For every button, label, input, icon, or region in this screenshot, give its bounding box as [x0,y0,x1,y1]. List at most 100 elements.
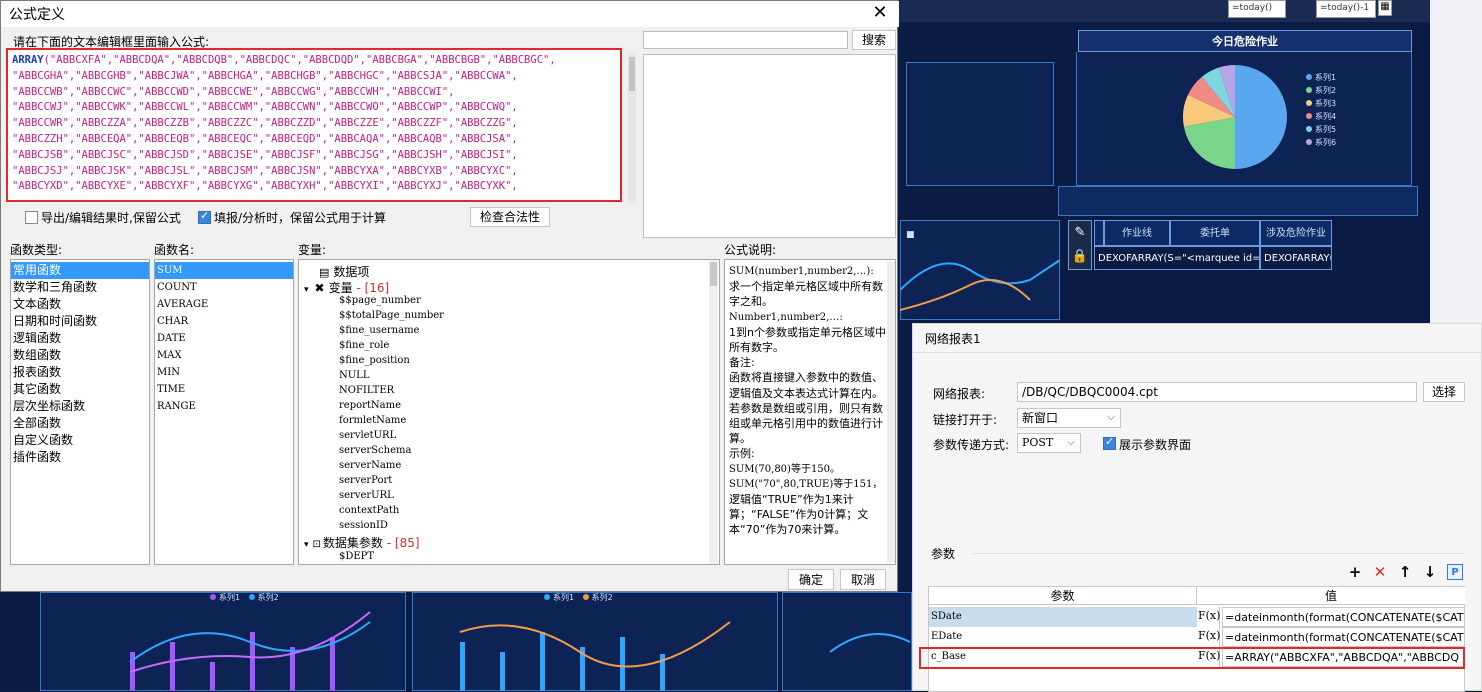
network-report-dialog: 网络报表1 网络报表: /DB/QC/DBQC0004.cpt 选择 链接打开于… [912,323,1482,692]
function-type-item[interactable]: 逻辑函数 [11,330,149,347]
function-type-item[interactable]: 其它函数 [11,381,149,398]
chevron-down-icon[interactable]: ⌵ [1102,409,1120,427]
param-name-cell[interactable]: EDate [929,627,1197,647]
variable-item[interactable]: serverPort [339,475,392,486]
function-type-item[interactable]: 常用函数 [11,262,149,279]
variables-scrollbar[interactable] [709,260,718,564]
variable-item[interactable]: serverName [339,460,401,471]
param-value-cell[interactable]: =dateinmonth(format(CONCATENATE($CAT [1222,627,1465,647]
function-name-item[interactable]: MIN [155,364,293,381]
variables-scroll-thumb[interactable] [710,262,717,286]
dataset-param-item[interactable]: $DEPT [339,551,374,562]
function-name-item[interactable]: RANGE [155,398,293,415]
formula-fx-icon[interactable]: F(x) [1198,627,1220,647]
open-in-select[interactable]: 新窗口 ⌵ [1017,408,1121,428]
function-type-item[interactable]: 报表函数 [11,364,149,381]
close-icon[interactable]: ✕ [869,3,891,25]
move-up-icon[interactable]: ↑ [1397,564,1413,580]
variable-item[interactable]: NULL [339,370,369,381]
variable-item[interactable]: formletName [339,415,406,426]
formula-dialog: 公式定义 ✕ 请在下面的文本编辑框里面输入公式: ARRAY("ABBCXFA"… [0,0,899,592]
function-name-item[interactable]: SUM [155,262,293,279]
tree-node-variables[interactable]: ▾ ✖ 变量 - [16] [304,279,389,296]
search-input[interactable] [643,31,848,49]
function-type-item[interactable]: 文本函数 [11,296,149,313]
variables-label: 变量: [298,243,327,257]
pie-slice [1235,65,1287,169]
export-keep-formula-label: 导出/编辑结果时,保留公式 [41,211,181,225]
legend-dot-icon [1306,74,1312,80]
tree-node-dataset-params[interactable]: ▾ ⊡ 数据集参数 - [85] [304,534,420,551]
cancel-button[interactable]: 取消 [840,569,886,590]
function-type-item[interactable]: 数学和三角函数 [11,279,149,296]
parameter-icon[interactable]: P [1447,564,1463,580]
delete-icon[interactable]: ✕ [1372,564,1388,580]
date-input-yesterday[interactable]: =today()-1 [1316,0,1376,18]
function-name-item[interactable]: CHAR [155,313,293,330]
edit-icon[interactable]: ✎ [1069,221,1091,245]
search-button[interactable]: 搜索 [852,30,896,50]
description-scrollbar[interactable] [887,261,895,563]
lock-icon[interactable]: 🔒 [1069,245,1091,269]
function-name-item[interactable]: AVERAGE [155,296,293,313]
function-name-item[interactable]: TIME [155,381,293,398]
function-names-list[interactable]: SUM COUNT AVERAGE CHAR DATE MAX MIN TIME RANGE [154,259,294,565]
variable-item[interactable]: servletURL [339,430,396,441]
tree-node-data-items[interactable]: ▤ 数据项 [319,263,369,280]
orange-marker: ■ [906,230,915,240]
pie-legend-item: 系列4 [1306,111,1336,122]
function-type-item[interactable]: 全部函数 [11,415,149,432]
variable-item[interactable]: $$page_number [339,295,421,306]
table-head-danger: 涉及危险作业 [1260,220,1332,246]
export-keep-formula-checkbox[interactable] [25,211,38,224]
calendar-icon[interactable]: ▦ [1378,0,1392,16]
function-type-item[interactable]: 自定义函数 [11,432,149,449]
select-report-button[interactable]: 选择 [1423,382,1465,402]
variable-item[interactable]: $fine_role [339,340,389,351]
editor-line: "ABBCJSB","ABBCJSC","ABBCJSD","ABBCJSE",… [12,148,518,161]
expand-chevron-icon[interactable]: ▾ [304,285,309,295]
pie-legend-item: 系列3 [1306,98,1336,109]
function-name-item[interactable]: MAX [155,347,293,364]
function-types-list[interactable]: 常用函数 数学和三角函数 文本函数 日期和时间函数 逻辑函数 数组函数 报表函数 其它函数 层次… [10,259,150,565]
variable-item[interactable]: serverSchema [339,445,411,456]
move-down-icon[interactable]: ↓ [1422,564,1438,580]
search-results-box[interactable] [643,54,896,238]
ok-button[interactable]: 确定 [788,569,834,590]
legend-dot-icon [1306,126,1312,132]
edit-lock-toolbar: ✎ 🔒 [1068,220,1092,270]
variable-item[interactable]: NOFILTER [339,385,394,396]
function-type-item[interactable]: 数组函数 [11,347,149,364]
editor-line: ARRAY("ABBCXFA","ABBCDQA","ABBCDQB","ABB… [12,54,556,66]
function-names-label: 函数名: [154,243,195,257]
variable-item[interactable]: sessionID [339,520,388,531]
function-type-item[interactable]: 插件函数 [11,449,149,466]
description-label: 公式说明: [724,243,777,257]
editor-scroll-thumb[interactable] [629,57,635,91]
chevron-down-icon[interactable]: ⌵ [1062,434,1080,452]
param-method-select[interactable]: POST ⌵ [1017,433,1081,453]
function-name-item[interactable]: COUNT [155,279,293,296]
function-type-item[interactable]: 日期和时间函数 [11,313,149,330]
function-name-item[interactable]: DATE [155,330,293,347]
fill-keep-formula-checkbox[interactable] [198,209,211,224]
function-type-item[interactable]: 层次坐标函数 [11,398,149,415]
variable-item[interactable]: $fine_username [339,325,419,336]
variable-item[interactable]: serverURL [339,490,394,501]
variable-item[interactable]: $$totalPage_number [339,310,444,321]
variable-item[interactable]: contextPath [339,505,399,516]
variables-tree[interactable]: ▤ 数据项 ▾ ✖ 变量 - [16] $$page_number $$totalPag… [298,259,720,565]
variable-item[interactable]: $fine_position [339,355,410,366]
date-input-today[interactable]: =today() [1228,0,1286,18]
report-path-input[interactable]: /DB/QC/DBQC0004.cpt [1017,382,1417,402]
check-validity-button[interactable]: 检查合法性 [470,207,550,227]
variable-item[interactable]: reportName [339,400,401,411]
formula-editor[interactable]: ARRAY("ABBCXFA","ABBCDQA","ABBCDQB","ABB… [6,48,622,202]
description-paragraph: SUM("70",80,TRUE)等于151， [729,478,883,490]
add-icon[interactable]: + [1347,564,1363,580]
show-params-checkbox[interactable] [1103,435,1116,450]
param-name-cell[interactable]: SDate [929,607,1197,627]
formula-fx-icon[interactable]: F(x) [1198,607,1220,627]
param-value-cell[interactable]: =dateinmonth(format(CONCATENATE($CAT [1222,607,1465,627]
expand-chevron-icon[interactable]: ▾ [304,540,309,550]
